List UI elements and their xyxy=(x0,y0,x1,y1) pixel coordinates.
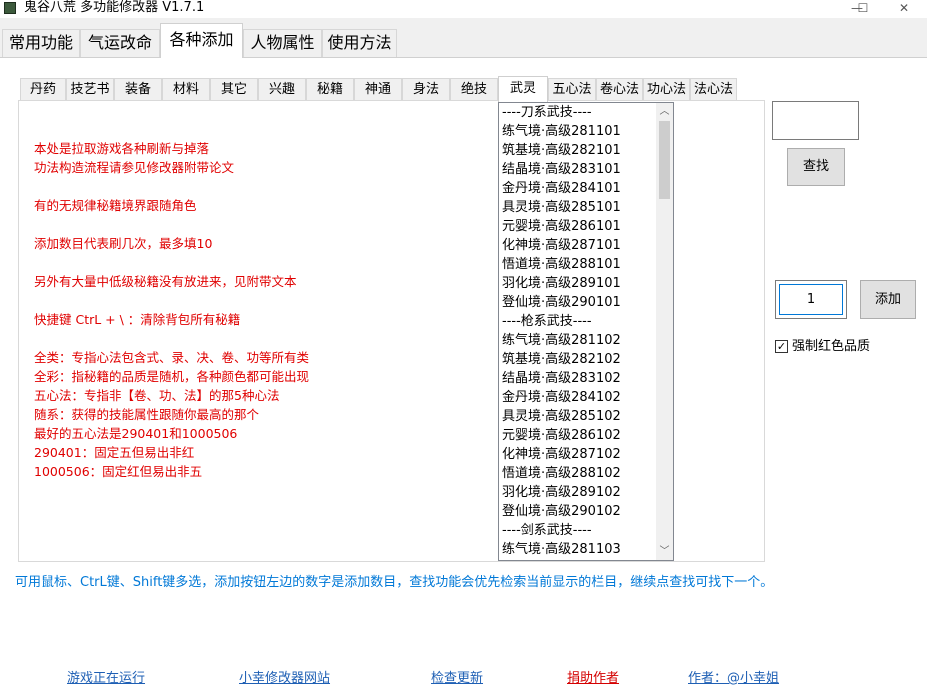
subtab-movement[interactable]: 身法 xyxy=(402,78,450,100)
note-line: 添加数目代表刷几次，最多填10 xyxy=(34,236,213,251)
list-item[interactable]: 化神境·高级287101 xyxy=(502,236,654,255)
list-item[interactable]: 具灵境·高级285102 xyxy=(502,407,654,426)
donate-link[interactable]: 捐助作者 xyxy=(567,667,619,686)
list-item[interactable]: 练气境·高级281102 xyxy=(502,331,654,350)
scroll-down-icon[interactable]: ﹀ xyxy=(656,543,673,560)
list-item[interactable]: 筑基境·高级282101 xyxy=(502,141,654,160)
list-item[interactable]: ----刀系武技---- xyxy=(502,103,654,122)
main-tab-strip: 常用功能 气运改命 各种添加 人物属性 使用方法 xyxy=(0,23,927,58)
list-item[interactable]: 悟道境·高级288102 xyxy=(502,464,654,483)
list-scrollbar[interactable]: ︿ ﹀ xyxy=(656,103,673,560)
subtab-interests[interactable]: 兴趣 xyxy=(258,78,306,100)
usage-hint: 可用鼠标、CtrL键、Shift键多选，添加按钮左边的数字是添加数目，查找功能会… xyxy=(15,575,774,590)
list-item[interactable]: 结晶境·高级283102 xyxy=(502,369,654,388)
list-item[interactable]: 筑基境·高级282102 xyxy=(502,350,654,369)
item-listbox[interactable]: ----刀系武技---- 练气境·高级281101 筑基境·高级282101 结… xyxy=(498,102,674,561)
list-item[interactable]: 元婴境·高级286101 xyxy=(502,217,654,236)
list-item[interactable]: 练气境·高级281103 xyxy=(502,540,654,559)
subtab-fa-heart[interactable]: 法心法 xyxy=(690,78,737,100)
list-item[interactable]: ----剑系武技---- xyxy=(502,521,654,540)
list-item[interactable]: 化神境·高级287102 xyxy=(502,445,654,464)
list-item[interactable]: 元婴境·高级286102 xyxy=(502,426,654,445)
list-item[interactable]: 结晶境·高级283101 xyxy=(502,160,654,179)
note-line: 最好的五心法是290401和1000506 xyxy=(34,426,238,441)
subtab-equipment[interactable]: 装备 xyxy=(114,78,162,100)
add-count-value[interactable]: 1 xyxy=(779,284,843,315)
list-item[interactable]: 登仙境·高级290101 xyxy=(502,293,654,312)
game-status-link[interactable]: 游戏正在运行 xyxy=(67,667,145,686)
subtab-pills[interactable]: 丹药 xyxy=(20,78,66,100)
add-count-input[interactable]: 1 xyxy=(775,280,847,319)
note-line: 全类：专指心法包含式、录、决、卷、功等所有类 xyxy=(34,350,310,365)
list-item[interactable]: 悟道境·高级288101 xyxy=(502,255,654,274)
window-title: 鬼谷八荒 多功能修改器 V1.7.1 xyxy=(24,0,205,15)
list-item[interactable]: 登仙境·高级290102 xyxy=(502,502,654,521)
list-item[interactable]: 具灵境·高级285101 xyxy=(502,198,654,217)
force-red-quality-label[interactable]: 强制红色品质 xyxy=(792,339,870,355)
app-icon xyxy=(4,2,16,14)
note-line: 快捷键 CtrL + \ ：清除背包所有秘籍 xyxy=(34,312,241,327)
note-line: 290401：固定五但易出非红 xyxy=(34,445,195,460)
subtab-divine-arts[interactable]: 神通 xyxy=(354,78,402,100)
author-link[interactable]: 作者：@小幸姐 xyxy=(688,667,779,686)
add-button[interactable]: 添加 xyxy=(860,280,916,319)
check-update-link[interactable]: 检查更新 xyxy=(431,667,483,686)
list-item[interactable]: 金丹境·高级284101 xyxy=(502,179,654,198)
scroll-up-icon[interactable]: ︿ xyxy=(656,103,673,120)
note-line: 全彩：指秘籍的品质是随机，各种颜色都可能出现 xyxy=(34,369,310,384)
note-line: 有的无规律秘籍境界跟随角色 xyxy=(34,198,197,213)
tab-usage[interactable]: 使用方法 xyxy=(322,29,397,57)
list-item[interactable]: 练气境·高级281101 xyxy=(502,122,654,141)
list-item[interactable]: 羽化境·高级289101 xyxy=(502,274,654,293)
note-line: 随系：获得的技能属性跟随你最高的那个 xyxy=(34,407,260,422)
item-list: ----刀系武技---- 练气境·高级281101 筑基境·高级282101 结… xyxy=(502,103,654,559)
subtab-secret-manuals[interactable]: 秘籍 xyxy=(306,78,354,100)
note-line: 另外有大量中低级秘籍没有放进来，见附带文本 xyxy=(34,274,297,289)
note-line: 1000506：固定红但易出非五 xyxy=(34,464,203,479)
subtab-scroll-heart[interactable]: 卷心法 xyxy=(596,78,643,100)
website-link[interactable]: 小幸修改器网站 xyxy=(239,667,330,686)
force-red-quality-checkbox[interactable]: ✓ xyxy=(775,340,788,353)
list-item[interactable]: ----枪系武技---- xyxy=(502,312,654,331)
note-line: 功法构造流程请参见修改器附带论文 xyxy=(34,160,235,175)
tab-common-functions[interactable]: 常用功能 xyxy=(2,29,80,57)
subtab-ultimate[interactable]: 绝技 xyxy=(450,78,498,100)
subtab-gong-heart[interactable]: 功心法 xyxy=(643,78,690,100)
scroll-thumb[interactable] xyxy=(659,121,670,199)
list-item[interactable]: 羽化境·高级289102 xyxy=(502,483,654,502)
note-line: 本处是拉取游戏各种刷新与掉落 xyxy=(34,141,210,156)
subtab-five-heart[interactable]: 五心法 xyxy=(548,78,596,100)
search-input[interactable] xyxy=(772,101,859,140)
subtab-others[interactable]: 其它 xyxy=(210,78,258,100)
title-bar: 鬼谷八荒 多功能修改器 V1.7.1 — ☐ ✕ xyxy=(0,0,927,18)
search-button[interactable]: 查找 xyxy=(787,148,845,186)
tab-character-attributes[interactable]: 人物属性 xyxy=(243,29,322,57)
subtab-materials[interactable]: 材料 xyxy=(162,78,210,100)
subtab-skill-books[interactable]: 技艺书 xyxy=(66,78,114,100)
tab-fortune[interactable]: 气运改命 xyxy=(80,29,160,57)
note-line: 五心法：专指非【卷、功、法】的那5种心法 xyxy=(34,388,280,403)
list-item[interactable]: 金丹境·高级284102 xyxy=(502,388,654,407)
close-button[interactable]: ✕ xyxy=(881,0,927,18)
subtab-martial-spirit[interactable]: 武灵 xyxy=(498,76,548,102)
tab-add-items[interactable]: 各种添加 xyxy=(160,23,243,58)
maximize-button[interactable]: ☐ xyxy=(840,0,886,18)
